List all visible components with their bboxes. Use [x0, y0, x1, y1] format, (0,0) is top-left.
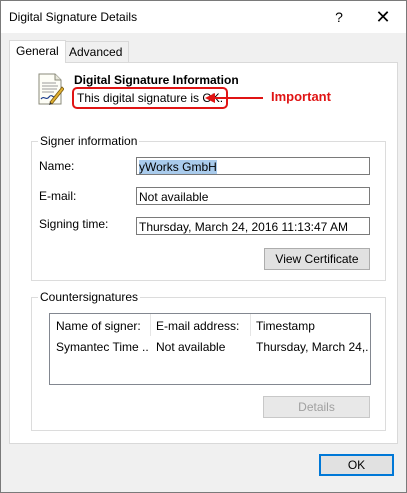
ok-button[interactable]: OK [319, 454, 394, 476]
countersignatures-group: Countersignatures Name of signer: E-mail… [31, 290, 386, 431]
countersignatures-list[interactable]: Name of signer: E-mail address: Timestam… [49, 313, 371, 385]
cell-timestamp: Thursday, March 24,... [256, 340, 368, 354]
email-field[interactable]: Not available [136, 187, 370, 205]
column-divider[interactable] [150, 314, 151, 336]
help-icon: ? [335, 9, 343, 25]
details-button[interactable]: Details [263, 396, 370, 418]
annotation-arrow-icon [205, 93, 263, 103]
signer-info-group: Signer information Name: yWorks GmbH E-m… [31, 134, 386, 281]
cell-email: Not available [156, 340, 226, 354]
close-icon: ✕ [375, 6, 391, 27]
column-divider[interactable] [250, 314, 251, 336]
column-header-timestamp[interactable]: Timestamp [256, 319, 368, 333]
column-header-name[interactable]: Name of signer: [56, 319, 151, 333]
window-title: Digital Signature Details [9, 10, 138, 24]
cell-signer-name: Symantec Time ... [56, 340, 148, 354]
certificate-document-icon [38, 73, 64, 105]
email-label: E-mail: [39, 189, 77, 203]
general-tab-panel: Digital Signature Information This digit… [9, 62, 398, 444]
help-button[interactable]: ? [317, 1, 361, 33]
signature-info-heading: Digital Signature Information [74, 73, 239, 87]
column-header-email[interactable]: E-mail address: [156, 319, 248, 333]
name-label: Name: [39, 159, 75, 173]
dialog-window: Digital Signature Details ? ✕ General Ad… [0, 0, 407, 493]
signing-time-label: Signing time: [39, 217, 109, 231]
tab-advanced[interactable]: Advanced [62, 41, 130, 62]
signing-time-field[interactable]: Thursday, March 24, 2016 11:13:47 AM [136, 217, 370, 235]
signer-group-title: Signer information [38, 134, 140, 148]
annotation-label: Important [271, 89, 331, 104]
tab-general[interactable]: General [9, 40, 66, 63]
view-certificate-button[interactable]: View Certificate [264, 248, 370, 270]
title-bar[interactable]: Digital Signature Details ? ✕ [1, 1, 406, 33]
name-field[interactable]: yWorks GmbH [136, 157, 370, 175]
name-value: yWorks GmbH [139, 160, 217, 174]
countersignatures-group-title: Countersignatures [38, 290, 141, 304]
close-button[interactable]: ✕ [361, 1, 405, 33]
